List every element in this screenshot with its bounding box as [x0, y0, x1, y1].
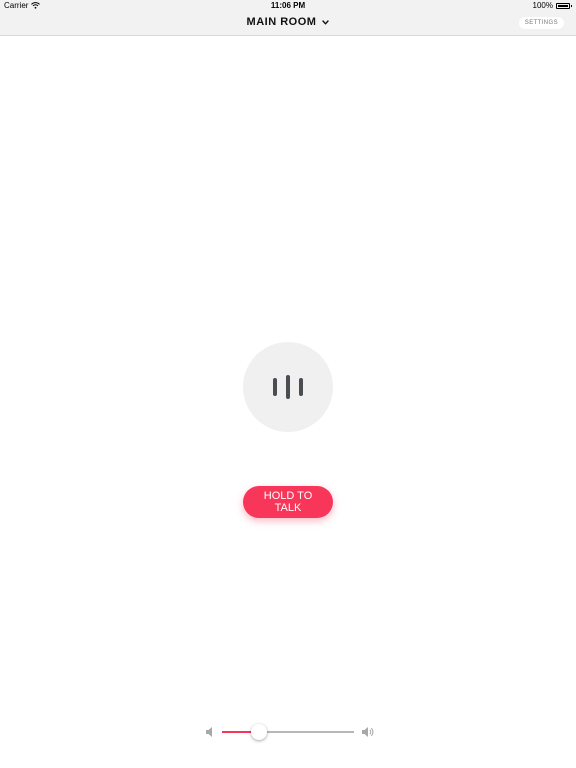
status-right: 100% [532, 1, 572, 10]
audio-indicator [243, 342, 333, 432]
settings-button[interactable]: SETTINGS [518, 17, 564, 29]
room-selector[interactable]: MAIN ROOM [228, 16, 348, 28]
audio-bars-icon [273, 375, 303, 399]
status-time: 11:06 PM [270, 1, 306, 10]
volume-slider-track[interactable] [222, 724, 354, 740]
volume-slider-thumb[interactable] [250, 724, 267, 740]
volume-low-icon [206, 727, 212, 737]
chevron-down-icon [322, 19, 330, 24]
status-bar: Carrier 11:06 PM 100% [0, 0, 576, 12]
nav-bar: MAIN ROOM SETTINGS [0, 12, 576, 36]
room-title: MAIN ROOM [246, 16, 317, 28]
battery-icon [556, 2, 572, 9]
hold-to-talk-button[interactable]: HOLD TO TALK [243, 486, 333, 518]
battery-percent: 100% [532, 1, 553, 10]
volume-high-icon [362, 727, 374, 737]
volume-control [0, 722, 576, 742]
